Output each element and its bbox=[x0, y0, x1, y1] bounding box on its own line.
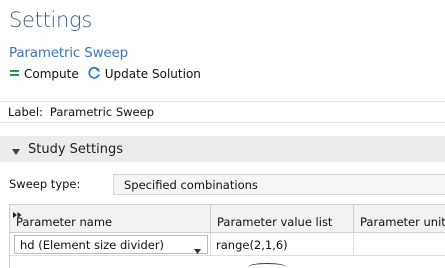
update-solution-button[interactable]: Update Solution bbox=[87, 66, 201, 83]
label-row: Label: bbox=[0, 101, 445, 123]
parameter-value-list-cell[interactable]: range(2,1,6) bbox=[211, 233, 354, 256]
refresh-icon bbox=[87, 66, 101, 83]
label-field[interactable] bbox=[49, 103, 445, 121]
table-row[interactable]: hd (Element size divider) range(2,1,6) bbox=[10, 233, 445, 256]
parameter-name-value: hd (Element size divider) bbox=[20, 237, 165, 252]
sweep-type-row: Sweep type: Specified combinations bbox=[0, 172, 445, 196]
column-label: Parameter name bbox=[16, 215, 113, 229]
page-title: Settings bbox=[9, 8, 93, 32]
compute-label: Compute bbox=[24, 67, 79, 81]
compute-button[interactable]: Compute bbox=[9, 67, 79, 81]
column-header-parameter-value-list[interactable]: Parameter value list bbox=[211, 205, 354, 233]
loading-arc bbox=[248, 263, 286, 268]
chevron-down-icon bbox=[194, 243, 201, 256]
column-label: Parameter unit bbox=[360, 215, 445, 229]
table-header: Parameter name Parameter value list Para… bbox=[10, 205, 445, 233]
parameter-unit-cell[interactable] bbox=[354, 233, 445, 256]
toolbar: Compute Update Solution bbox=[9, 65, 201, 83]
node-subtitle: Parametric Sweep bbox=[9, 45, 128, 61]
column-header-parameter-name[interactable]: Parameter name bbox=[10, 205, 211, 233]
compute-icon bbox=[9, 67, 20, 81]
column-header-parameter-unit[interactable]: Parameter unit bbox=[354, 205, 445, 233]
sweep-type-label: Sweep type: bbox=[9, 177, 81, 191]
expand-icon[interactable] bbox=[13, 207, 22, 221]
parameter-name-select[interactable]: hd (Element size divider) bbox=[14, 235, 208, 254]
sweep-type-select[interactable]: Specified combinations bbox=[113, 174, 445, 195]
parameter-table: Parameter name Parameter value list Para… bbox=[9, 204, 445, 268]
collapse-triangle-icon bbox=[12, 140, 20, 159]
study-settings-section-header[interactable]: Study Settings bbox=[0, 136, 445, 162]
label-caption: Label: bbox=[8, 105, 43, 119]
sweep-type-value: Specified combinations bbox=[124, 177, 258, 192]
section-title: Study Settings bbox=[28, 141, 123, 157]
parameter-name-cell: hd (Element size divider) bbox=[10, 233, 211, 256]
column-label: Parameter value list bbox=[217, 215, 333, 229]
update-solution-label: Update Solution bbox=[104, 67, 201, 81]
